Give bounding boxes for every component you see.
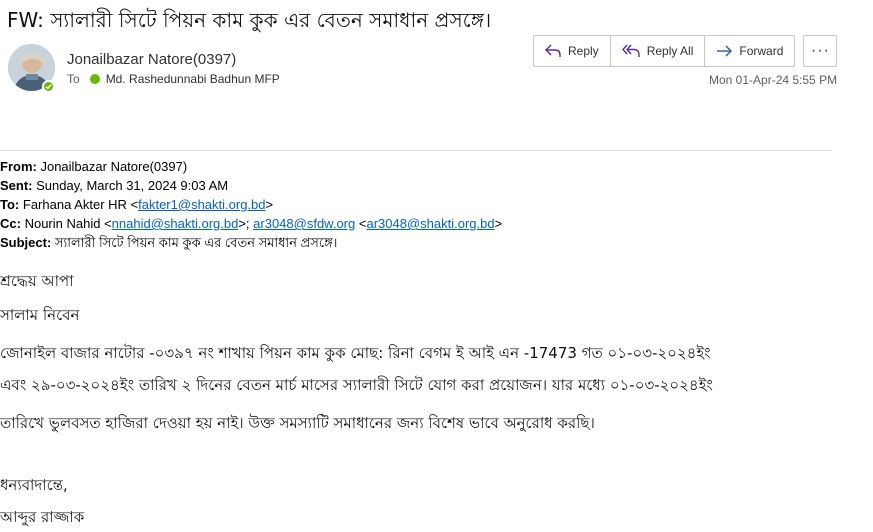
reply-all-icon [621,44,640,57]
forward-label: Forward [739,44,784,58]
forward-button[interactable]: Forward [705,36,794,66]
reply-label: Reply [568,44,599,58]
cc-email-link-2[interactable]: ar3048@sfdw.org [253,216,355,231]
body-greeting: সালাম নিবেন [0,306,80,324]
to-email-link[interactable]: fakter1@shakti.org.bd [138,197,265,212]
recipient-presence-icon [89,74,100,84]
from-label: From: [0,159,37,174]
body-signature: আব্দুর রাজ্জাক [0,508,85,526]
email-reading-pane: FW: স্যালারী সিটে পিয়ন কাম কুক এর বেতন … [0,0,873,532]
to-row: To: Farhana Akter HR <fakter1@shakti.org… [0,195,502,214]
cc-close: > [494,216,503,231]
reply-actions-group: Reply Reply All Forward [533,35,796,67]
to-close: > [265,197,274,212]
more-icon: ··· [810,42,830,59]
reply-button[interactable]: Reply [534,36,611,66]
sent-label: Sent: [0,178,33,193]
body-paragraph-line-3: তারিখে ভুলবসত হাজিরা দেওয়া হয় নাই। উক্… [0,414,595,432]
to-label: To [67,72,80,86]
recipient-name[interactable]: Md. Rashedunnabi Badhun MFP [106,72,280,86]
sent-row: Sent: Sunday, March 31, 2024 9:03 AM [0,176,502,195]
cc-email-link-3[interactable]: ar3048@shakti.org.bd [366,216,494,231]
from-row: From: Jonailbazar Natore(0397) [0,157,502,176]
to-name: Farhana Akter HR < [22,197,139,212]
cc-label: Cc: [0,216,21,231]
cc-separator: >; [238,216,254,231]
cc-email-link-1[interactable]: nnahid@shakti.org.bd [112,216,239,231]
body-salutation: শ্রদ্ধেয় আপা [0,272,74,290]
presence-available-icon [42,80,55,93]
sender-name[interactable]: Jonailbazar Natore(0397) [67,51,236,68]
cc-name: Nourin Nahid < [24,216,112,231]
received-date: Mon 01-Apr-24 5:55 PM [709,73,838,87]
body-closing: ধন্যবাদান্তে, [0,476,68,494]
subject-row: Subject: স্যালারী সিটে পিয়ন কাম কুক এর … [0,233,502,252]
forwarded-headers: From: Jonailbazar Natore(0397) Sent: Sun… [0,157,502,252]
more-actions-button[interactable]: ··· [803,35,838,67]
from-value: Jonailbazar Natore(0397) [40,159,188,174]
forward-icon [717,45,733,57]
body-paragraph-line-1: জোনাইল বাজার নাটোর -০৩৯৭ নং শাখায় পিয়ন… [0,344,711,362]
reply-all-label: Reply All [646,44,694,58]
to-label: To: [0,197,20,212]
reply-all-button[interactable]: Reply All [611,36,706,66]
reply-icon [545,44,561,57]
email-subject: FW: স্যালারী সিটে পিয়ন কাম কুক এর বেতন … [7,8,492,32]
cc-row: Cc: Nourin Nahid <nnahid@shakti.org.bd>;… [0,214,502,233]
subject-label: Subject: [0,235,52,250]
header-divider [0,150,832,151]
sent-value: Sunday, March 31, 2024 9:03 AM [36,178,229,193]
subject-value: স্যালারী সিটে পিয়ন কাম কুক এর বেতন সমাধ… [54,235,338,250]
cc-separator-2: < [355,216,367,231]
message-actions: Reply Reply All Forward ··· [533,35,838,67]
body-paragraph-line-2: এবং ২৯-০৩-২০২৪ইং তারিখ ২ দিনের বেতন মার্… [0,376,713,394]
recipient-row: To Md. Rashedunnabi Badhun MFP [67,72,280,86]
